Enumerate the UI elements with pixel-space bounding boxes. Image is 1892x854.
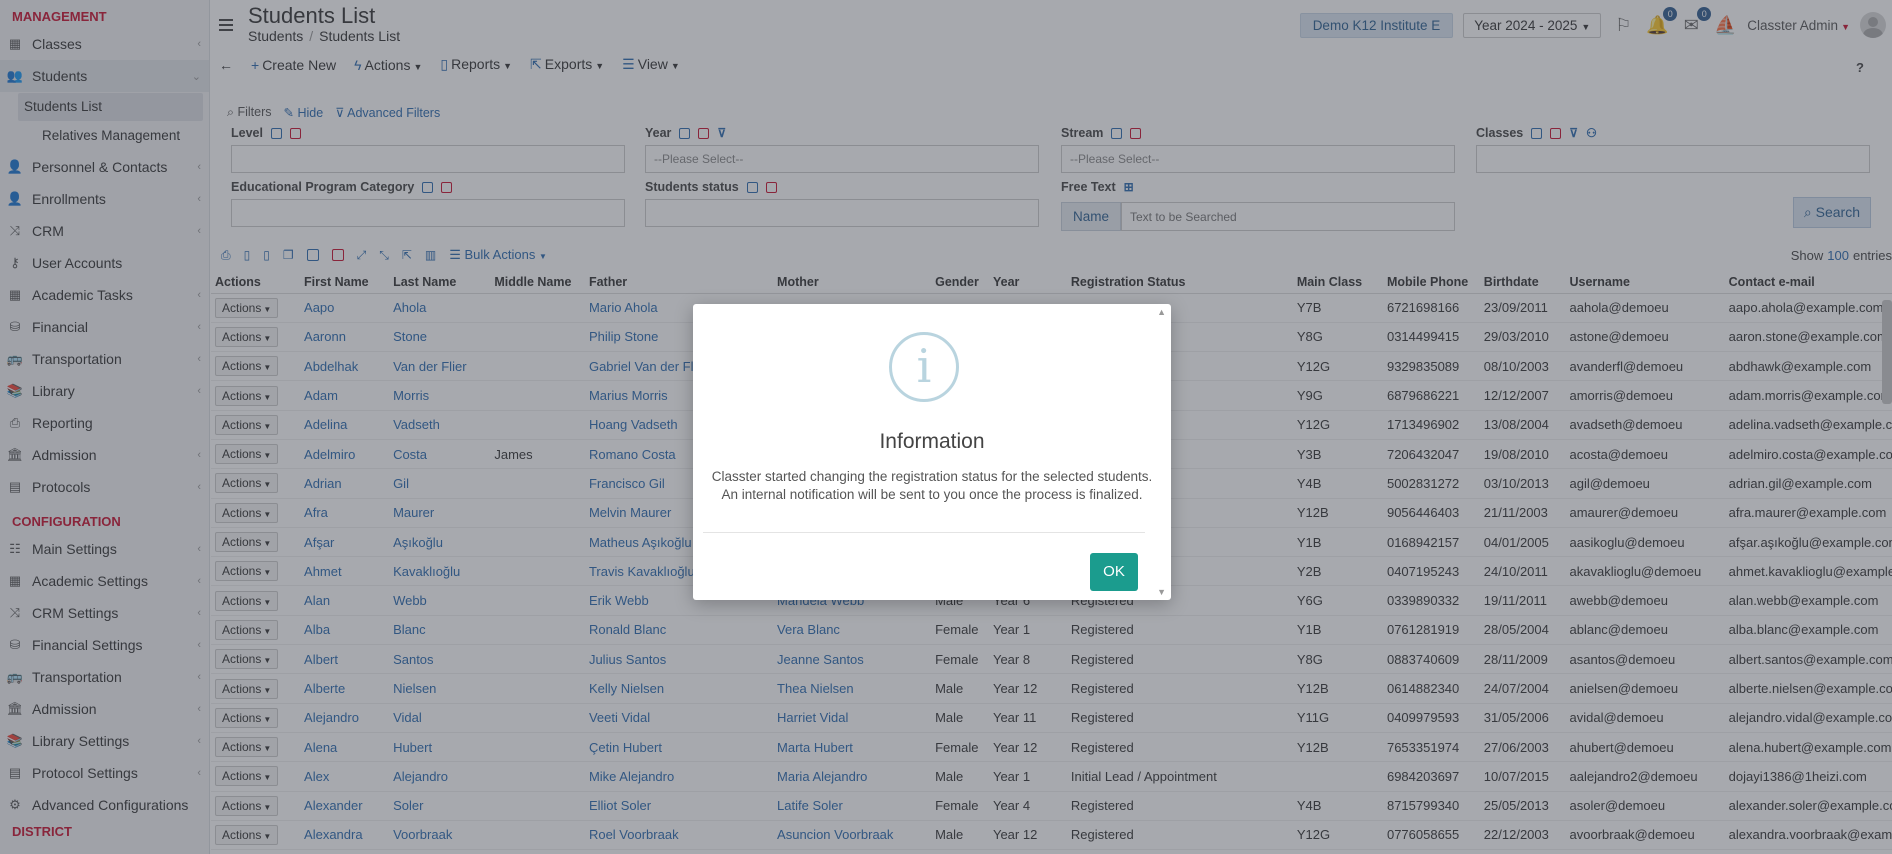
modal-scroll-up-icon[interactable]: ▲ [1157,307,1166,317]
info-icon: i [889,332,959,402]
modal-message: Classter started changing the registrati… [711,469,1153,502]
modal-title: Information [879,430,985,453]
information-modal: ▲ i Information Classter started changin… [693,304,1171,600]
ok-button[interactable]: OK [1090,553,1138,591]
modal-divider [703,532,1145,533]
modal-scroll-down-icon[interactable]: ▼ [1157,587,1166,597]
